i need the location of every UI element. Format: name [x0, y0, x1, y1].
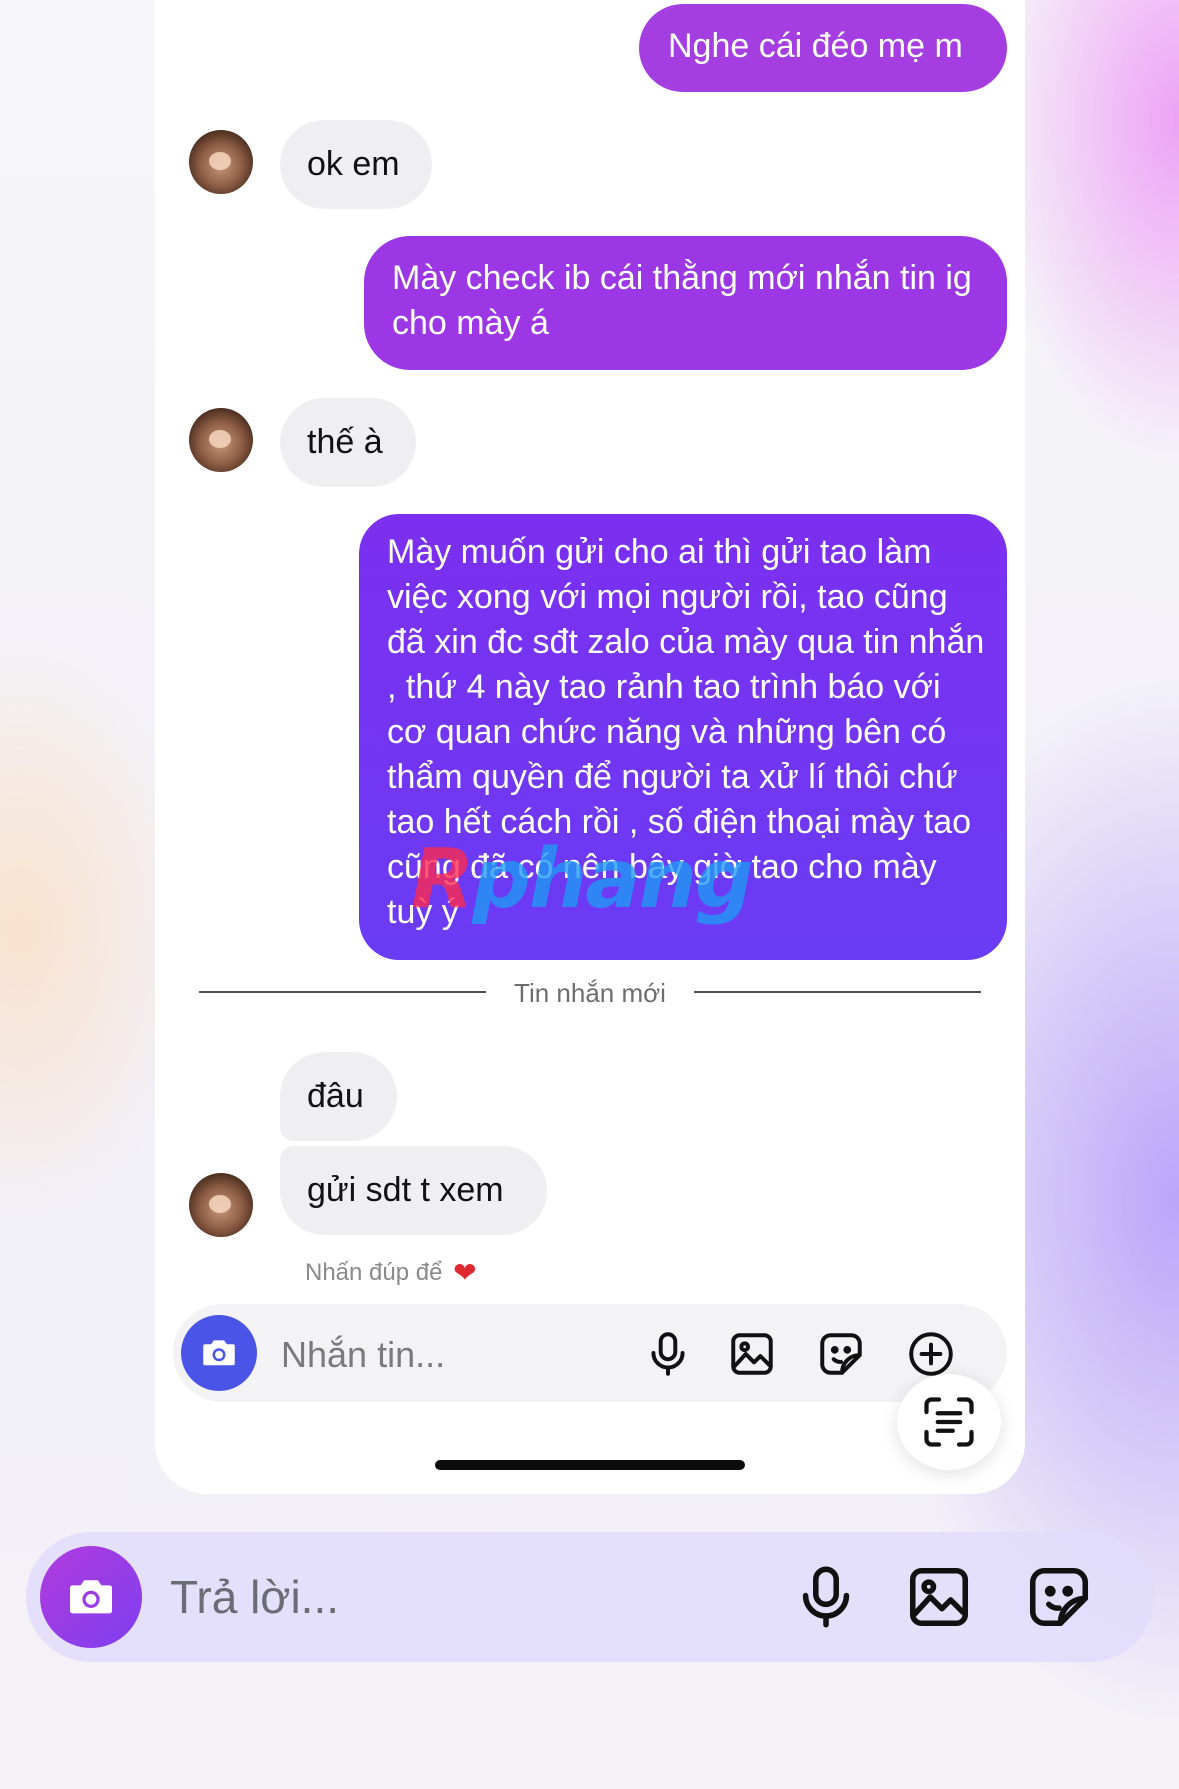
message-incoming-1: ok em	[280, 120, 432, 209]
camera-button[interactable]	[40, 1546, 142, 1648]
message-incoming-3: đâu	[280, 1052, 397, 1141]
divider-line	[694, 991, 981, 993]
divider-label: Tin nhắn mới	[514, 978, 666, 1008]
reaction-hint-label: Nhấn đúp để	[305, 1259, 443, 1286]
microphone-icon[interactable]	[643, 1329, 693, 1379]
message-incoming-2: thế à	[280, 398, 416, 487]
camera-icon	[70, 1580, 112, 1614]
message-outgoing-3: Mày muốn gửi cho ai thì gửi tao làm việc…	[359, 514, 1007, 960]
home-indicator	[435, 1460, 745, 1470]
avatar[interactable]	[189, 408, 253, 472]
avatar[interactable]	[189, 1173, 253, 1237]
message-compose-bar: Nhắn tin...	[173, 1304, 1007, 1402]
avatar[interactable]	[189, 130, 253, 194]
microphone-icon[interactable]	[791, 1562, 861, 1632]
new-messages-divider: Tin nhắn mới	[199, 978, 981, 1008]
reaction-hint: Nhấn đúp để ❤	[305, 1256, 477, 1289]
scan-text-icon	[924, 1397, 974, 1447]
sticker-icon[interactable]	[816, 1329, 866, 1379]
story-reply-bar: Trả lời...	[26, 1532, 1154, 1662]
heart-icon: ❤	[453, 1257, 477, 1288]
message-outgoing-2: Mày check ib cái thằng mới nhắn tin ig c…	[364, 236, 1007, 370]
reply-input[interactable]: Trả lời...	[170, 1570, 339, 1624]
camera-icon	[203, 1340, 235, 1366]
story-chat-card: Nghe cái đéo mẹ m ok em Mày check ib cái…	[155, 0, 1025, 1494]
message-input[interactable]: Nhắn tin...	[281, 1334, 445, 1376]
message-incoming-4: gửi sdt t xem	[280, 1146, 547, 1235]
gallery-icon[interactable]	[904, 1562, 974, 1632]
camera-button[interactable]	[181, 1315, 257, 1391]
message-outgoing-1: Nghe cái đéo mẹ m	[639, 4, 1007, 92]
add-icon[interactable]	[906, 1329, 956, 1379]
gallery-icon[interactable]	[727, 1329, 777, 1379]
sticker-icon[interactable]	[1024, 1562, 1094, 1632]
scan-text-button[interactable]	[897, 1374, 1001, 1470]
